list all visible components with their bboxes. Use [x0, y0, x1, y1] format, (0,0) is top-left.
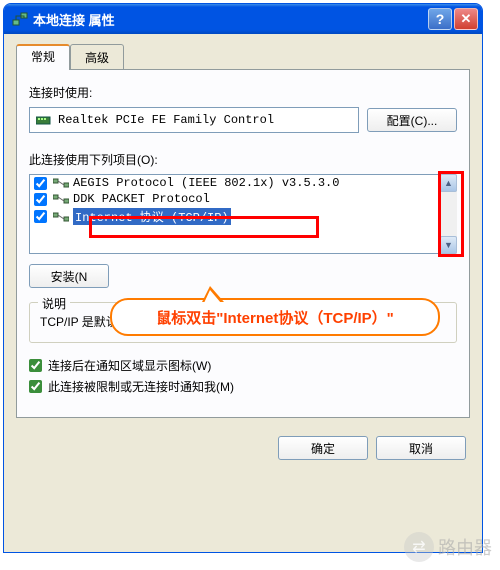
tab-strip: 常规 高级 [16, 44, 470, 70]
protocol-listbox[interactable]: AEGIS Protocol (IEEE 802.1x) v3.5.3.0 DD… [29, 174, 439, 254]
notify-limited-label: 此连接被限制或无连接时通知我(M) [48, 378, 234, 395]
help-button[interactable]: ? [428, 8, 452, 30]
properties-dialog: 本地连接 属性 ? ✕ 常规 高级 连接时使用: Realtek PCIe FE… [3, 3, 483, 553]
annotation-callout: 鼠标双击"Internet协议（TCP/IP）" [110, 298, 440, 336]
watermark: ⇄ 路由器 [404, 532, 492, 562]
cancel-button[interactable]: 取消 [376, 436, 466, 460]
tab-advanced[interactable]: 高级 [70, 44, 124, 69]
callout-text: 鼠标双击"Internet协议（TCP/IP）" [156, 307, 394, 328]
adapter-field[interactable]: Realtek PCIe FE Family Control [29, 107, 359, 133]
titlebar[interactable]: 本地连接 属性 ? ✕ [4, 4, 482, 34]
notify-limited-checkbox[interactable] [29, 380, 42, 393]
connect-using-label: 连接时使用: [29, 84, 457, 101]
item-label: Internet 协议 (TCP/IP) [73, 208, 231, 225]
show-icon-label: 连接后在通知区域显示图标(W) [48, 357, 211, 374]
watermark-text: 路由器 [438, 534, 492, 560]
show-icon-checkbox[interactable] [29, 359, 42, 372]
network-adapter-icon [36, 113, 52, 127]
protocol-icon [53, 193, 69, 205]
adapter-name: Realtek PCIe FE Family Control [58, 113, 274, 127]
close-button[interactable]: ✕ [454, 8, 478, 30]
install-button[interactable]: 安装(N [29, 264, 109, 288]
item-checkbox[interactable] [34, 210, 47, 223]
watermark-icon: ⇄ [404, 532, 434, 562]
scroll-down-button[interactable]: ▼ [440, 236, 457, 254]
description-heading: 说明 [38, 295, 70, 312]
listbox-scrollbar[interactable]: ▲ ▼ [439, 174, 457, 254]
configure-button[interactable]: 配置(C)... [367, 108, 457, 132]
item-checkbox[interactable] [34, 193, 47, 206]
item-label: AEGIS Protocol (IEEE 802.1x) v3.5.3.0 [73, 176, 339, 190]
titlebar-title: 本地连接 属性 [33, 10, 428, 29]
list-item[interactable]: AEGIS Protocol (IEEE 802.1x) v3.5.3.0 [30, 175, 438, 191]
list-item-selected[interactable]: Internet 协议 (TCP/IP) [30, 207, 438, 226]
ok-button[interactable]: 确定 [278, 436, 368, 460]
tab-panel-general: 连接时使用: Realtek PCIe FE Family Control 配置… [16, 70, 470, 418]
items-label: 此连接使用下列项目(O): [29, 151, 457, 168]
item-checkbox[interactable] [34, 177, 47, 190]
connection-icon [12, 11, 28, 27]
tab-general[interactable]: 常规 [16, 44, 70, 70]
protocol-icon [53, 211, 69, 223]
scroll-up-button[interactable]: ▲ [440, 174, 457, 192]
list-item[interactable]: DDK PACKET Protocol [30, 191, 438, 207]
protocol-icon [53, 177, 69, 189]
item-label: DDK PACKET Protocol [73, 192, 210, 206]
